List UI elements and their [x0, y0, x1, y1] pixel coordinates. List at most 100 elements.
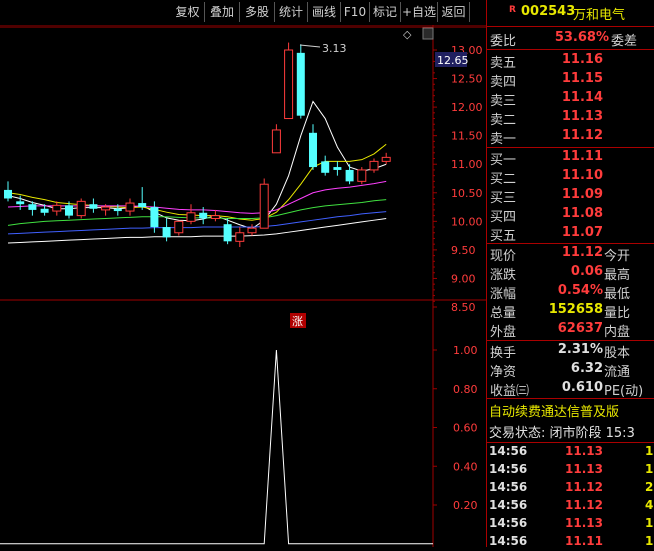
- quote-label: 换手: [490, 346, 517, 361]
- quote-label-2: 最高: [604, 268, 631, 283]
- candle-body: [65, 205, 73, 216]
- price-tick-label: 12.00: [451, 101, 483, 114]
- high-annotation: 3.13: [322, 42, 347, 55]
- ask-row[interactable]: 卖三 11.14: [487, 90, 654, 109]
- bid-row[interactable]: 买五 11.07: [487, 225, 654, 244]
- bid-row[interactable]: 买二 11.10: [487, 168, 654, 187]
- bid-label: 买五: [490, 229, 517, 244]
- chart-area[interactable]: 13.00 12.50 12.00 11.50 11.00 10.50 10.00 9.50 9…: [0, 24, 486, 547]
- toolbar-button-6[interactable]: 标记: [370, 2, 401, 22]
- bid-price: 11.09: [561, 187, 603, 202]
- tick-row: 14:56 11.13 1: [487, 444, 654, 462]
- tick-time: 14:56: [489, 534, 528, 547]
- toolbar-button-8[interactable]: 返回: [438, 2, 470, 22]
- promo-text[interactable]: 自动续费通达信普及版: [489, 401, 619, 420]
- toolbar-button-7[interactable]: +自选: [401, 2, 438, 22]
- tick-time: 14:56: [489, 498, 528, 512]
- tick-time: 14:56: [489, 444, 528, 458]
- quote-row: 总量 152658 量比: [487, 302, 654, 321]
- tick-price: 11.12: [565, 480, 603, 494]
- candle-body: [16, 201, 25, 205]
- quote-label: 外盘: [490, 325, 517, 340]
- candle-body: [150, 207, 159, 228]
- menu-icon[interactable]: [422, 27, 434, 40]
- bid-row[interactable]: 买三 11.09: [487, 187, 654, 206]
- diamond-icon[interactable]: ◇: [403, 28, 412, 41]
- quote-row: 外盘 62637 内盘: [487, 321, 654, 340]
- toolbar-button-5[interactable]: F10: [341, 2, 370, 22]
- stock-header: R 002543 万和电气: [487, 4, 654, 24]
- ask-row[interactable]: 卖二 11.13: [487, 109, 654, 128]
- quote-row: 现价 11.12 今开: [487, 245, 654, 264]
- high-annotation-pointer: [299, 44, 321, 48]
- price-tick-label: 9.00: [451, 272, 476, 285]
- candle-body: [369, 160, 379, 171]
- quote-value: 0.610: [561, 380, 603, 395]
- weibi-value: 53.68%: [554, 30, 609, 45]
- toolbar-button-3[interactable]: 统计: [275, 2, 308, 22]
- kline-chart[interactable]: 13.0012.5012.0011.5011.0010.5010.009.509…: [0, 24, 486, 547]
- stock-code: 002543: [521, 4, 576, 19]
- quote-label-2: 股本: [604, 346, 631, 361]
- weibi-row: 委比 53.68% 委差: [487, 30, 654, 49]
- ask-row[interactable]: 卖一 11.12: [487, 128, 654, 147]
- candle-body: [162, 227, 171, 238]
- bid-row[interactable]: 买一 11.11: [487, 149, 654, 168]
- ask-label: 卖一: [490, 132, 517, 147]
- promo-banner[interactable]: 自动续费通达信普及版: [487, 401, 654, 421]
- candle-body: [284, 49, 294, 120]
- bid-price: 11.07: [561, 225, 603, 240]
- quote-label-2: 量比: [604, 306, 631, 321]
- quote-label: 涨跌: [490, 268, 517, 283]
- candle-body: [259, 183, 269, 229]
- candle-body: [345, 169, 354, 182]
- tick-row: 14:56 11.12 2: [487, 480, 654, 498]
- price-tick-label: 11.00: [451, 158, 483, 171]
- quote-label-2: 今开: [604, 249, 631, 264]
- tick-volume: 1: [645, 516, 654, 530]
- quote-label: 涨幅: [490, 287, 517, 302]
- candle-body: [309, 132, 317, 168]
- bid-label: 买二: [490, 172, 517, 187]
- tick-row: 14:56 11.11 1: [487, 534, 654, 547]
- divider: [487, 398, 654, 399]
- tick-price: 11.13: [565, 444, 603, 458]
- quote-label: 现价: [490, 249, 517, 264]
- toolbar-button-0[interactable]: 复权: [171, 2, 205, 22]
- indicator-tick-label: 0.80: [453, 383, 478, 396]
- tick-price: 11.11: [565, 534, 603, 547]
- candle-body: [52, 204, 62, 212]
- candle-body: [174, 220, 184, 234]
- candle-body: [186, 212, 196, 222]
- weibi-label: 委比: [490, 34, 517, 49]
- quote-value: 0.54%: [557, 283, 603, 298]
- candle-body: [296, 52, 305, 116]
- quote-value: 6.32: [570, 361, 603, 376]
- ask-price: 11.16: [561, 52, 603, 67]
- quote-panel: R 002543 万和电气 委比 53.68% 委差 卖五 11.16 卖四 11.1…: [486, 0, 654, 547]
- candle-body: [101, 206, 111, 211]
- ask-row[interactable]: 卖四 11.15: [487, 71, 654, 90]
- candle-body: [138, 203, 147, 208]
- tick-time: 14:56: [489, 462, 528, 476]
- quote-label-2: 最低: [604, 287, 631, 302]
- tick-time: 14:56: [489, 480, 528, 494]
- quote-label-2: 内盘: [604, 325, 631, 340]
- quote-row: 收益㈢ 0.610 PE(动): [487, 380, 654, 399]
- toolbar-button-4[interactable]: 画线: [308, 2, 341, 22]
- ask-row[interactable]: 卖五 11.16: [487, 52, 654, 71]
- candle-body: [125, 202, 135, 212]
- candle-body: [4, 189, 12, 199]
- ask-price: 11.14: [561, 90, 603, 105]
- tick-time: 14:56: [489, 516, 528, 530]
- candle-body: [76, 200, 86, 217]
- toolbar-button-1[interactable]: 叠加: [205, 2, 240, 22]
- quote-label-2: 流通: [604, 365, 631, 380]
- toolbar-button-2[interactable]: 多股: [240, 2, 275, 22]
- ask-label: 卖三: [490, 94, 517, 109]
- bid-row[interactable]: 买四 11.08: [487, 206, 654, 225]
- weicha-label: 委差: [611, 34, 638, 49]
- indicator-line: [0, 349, 433, 545]
- candle-body: [28, 204, 37, 210]
- quote-value: 0.06: [570, 264, 603, 279]
